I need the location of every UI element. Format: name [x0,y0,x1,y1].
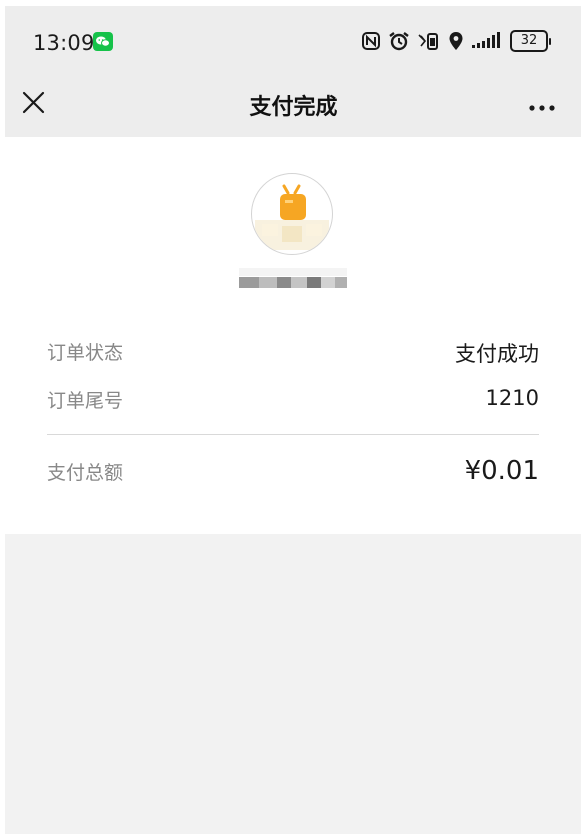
merchant-avatar [251,173,333,255]
total-value: ¥0.01 [464,456,539,486]
nfc-icon [361,31,381,51]
title-bar: 支付完成 [0,82,587,137]
order-tail-label: 订单尾号 [47,390,124,412]
total-label: 支付总额 [47,462,124,484]
merchant-logo-icon [255,184,329,250]
order-status-value: 支付成功 [455,342,539,366]
status-time: 13:09 [33,31,95,55]
order-tail-row: 订单尾号 1210 [47,386,539,418]
order-status-label: 订单状态 [47,342,124,364]
status-bar: 13:09 32 [0,0,587,82]
more-icon [529,105,555,111]
signal-icon [471,31,503,51]
order-status-row: 订单状态 支付成功 [47,338,539,370]
more-button[interactable] [527,88,559,120]
order-tail-value: 1210 [485,386,539,410]
location-icon [448,31,464,51]
vibrate-icon [417,31,441,51]
battery-level: 32 [510,30,548,52]
merchant-name-redacted [239,268,347,290]
page-title: 支付完成 [249,95,338,120]
status-icons: 32 [361,28,551,54]
total-row: 支付总额 ¥0.01 [47,456,539,496]
bottom-area [5,534,581,834]
divider [47,434,539,435]
battery-icon: 32 [510,30,551,52]
wechat-icon [93,32,113,51]
alarm-icon [388,31,410,51]
